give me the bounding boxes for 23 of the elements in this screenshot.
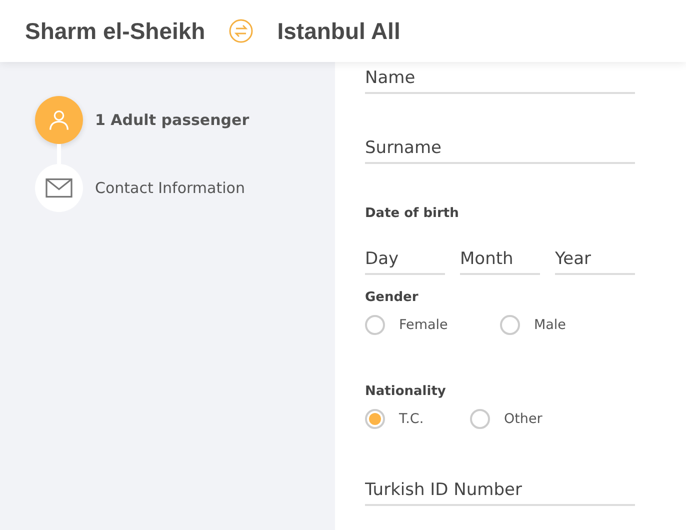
radio-button[interactable] — [500, 315, 520, 335]
radio-button[interactable] — [365, 315, 385, 335]
input-field[interactable]: Year — [555, 247, 635, 275]
input-field[interactable]: Name — [365, 66, 635, 94]
radio-label[interactable]: Other — [504, 411, 542, 427]
radio-label[interactable]: T.C. — [399, 411, 424, 427]
input-field[interactable]: Day — [365, 247, 445, 275]
section-label: Date of birth — [365, 206, 460, 221]
radio-label[interactable]: Male — [534, 317, 566, 333]
input-field[interactable]: Turkish ID Number — [365, 478, 635, 506]
step-badge[interactable] — [35, 164, 83, 212]
step-label[interactable]: Contact Information — [95, 179, 245, 197]
swap-icon[interactable] — [229, 19, 254, 43]
destination-city: Istanbul All — [277, 18, 400, 44]
radio-label[interactable]: Female — [399, 317, 448, 333]
section-label: Gender — [365, 290, 420, 305]
input-field[interactable]: Surname — [365, 136, 635, 164]
radio-button[interactable] — [470, 409, 490, 429]
input-field[interactable]: Month — [460, 247, 540, 275]
step-label[interactable]: 1 Adult passenger — [95, 111, 250, 129]
radio-button[interactable] — [365, 409, 385, 429]
origin-city: Sharm el-Sheikh — [25, 18, 206, 44]
section-label: Nationality — [365, 384, 447, 399]
